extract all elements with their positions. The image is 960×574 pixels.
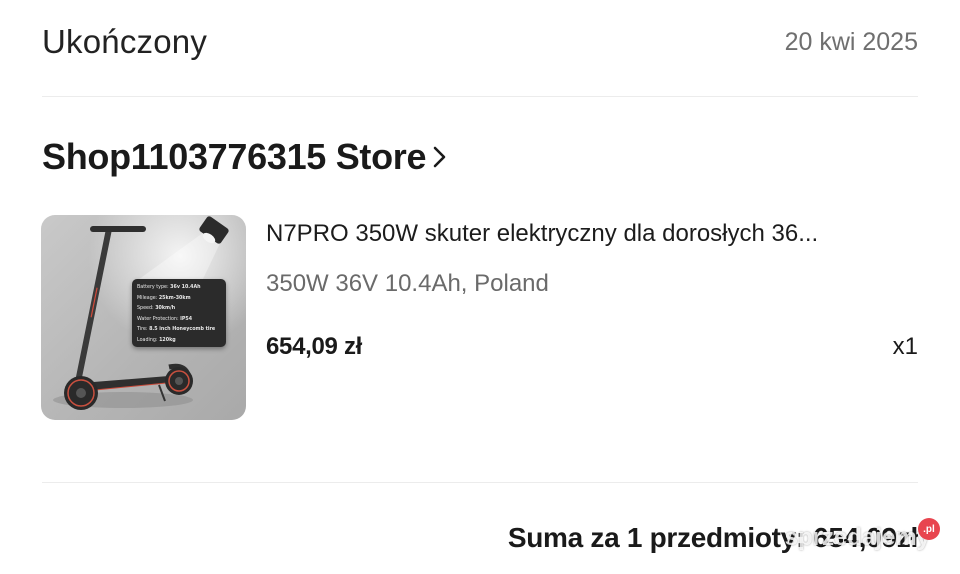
spec-label: Speed: — [137, 306, 154, 312]
product-quantity: x1 — [892, 333, 918, 360]
spec-label: Tire: — [137, 327, 148, 333]
spec-card: Battery type: 36v 10.4Ah Mileage: 25km-3… — [132, 279, 226, 347]
order-status-row: Ukończony 20 kwi 2025 — [42, 20, 918, 64]
divider — [42, 482, 918, 483]
order-summary: Suma za 1 przedmioty: 654,09zł — [508, 518, 918, 558]
watermark-badge: .pl — [918, 518, 940, 540]
store-link[interactable]: Shop1103776315 Store — [42, 134, 454, 180]
product-price: 654,09 zł — [266, 333, 363, 360]
spec-label: Battery type: — [137, 285, 169, 290]
product-title[interactable]: N7PRO 350W skuter elektryczny dla dorosł… — [266, 220, 918, 248]
summary-total: 654,09zł — [812, 522, 918, 553]
spec-label: Loading: — [137, 337, 158, 343]
spec-label: Mileage: — [137, 295, 158, 301]
order-date: 20 kwi 2025 — [784, 27, 918, 56]
spec-value: 120kg — [159, 337, 176, 343]
divider — [42, 96, 918, 97]
spec-value: IP54 — [180, 316, 193, 322]
store-name: Shop1103776315 Store — [42, 136, 427, 177]
spec-value: 36v 10.4Ah — [170, 285, 201, 290]
product-variant: 350W 36V 10.4Ah, Poland — [266, 270, 549, 297]
summary-label: Suma za 1 przedmioty: — [507, 522, 805, 553]
spec-label: Water Protection: — [137, 316, 179, 322]
spec-value: 8.5 inch Honeycomb tire — [149, 327, 216, 333]
spec-value: 30km/h — [155, 306, 176, 312]
chevron-right-icon — [432, 142, 454, 172]
product-image[interactable]: Battery type: 36v 10.4Ah Mileage: 25km-3… — [41, 215, 246, 420]
order-status: Ukończony — [42, 23, 208, 60]
spec-value: 25km-30km — [158, 295, 191, 301]
